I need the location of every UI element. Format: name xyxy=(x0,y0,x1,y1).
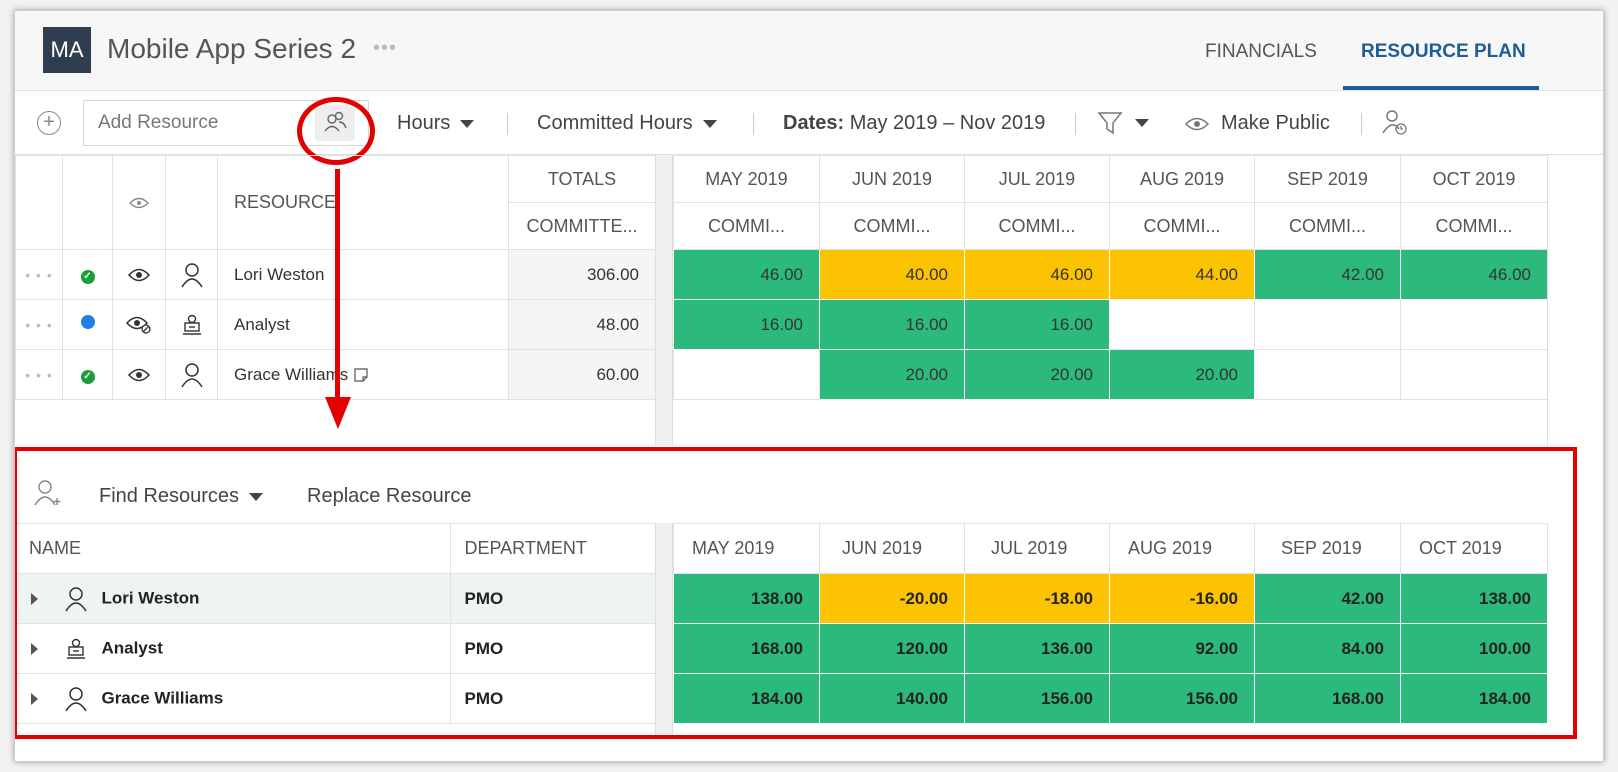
allocation-cell[interactable]: 20.00 xyxy=(1109,349,1255,400)
month-header: MAY 2019 xyxy=(673,155,820,203)
table-row: 16.00 16.00 16.00 xyxy=(673,299,1548,350)
allocation-cell[interactable]: 16.00 xyxy=(964,299,1110,350)
pane-splitter[interactable] xyxy=(655,155,673,445)
allocation-cell[interactable] xyxy=(1109,299,1255,350)
allocation-cell[interactable]: 16.00 xyxy=(673,299,820,350)
eye-icon xyxy=(1185,116,1209,132)
person-icon xyxy=(180,262,203,287)
annotation-arrow-head xyxy=(325,397,351,429)
type-column-header xyxy=(165,155,218,250)
totals-column-header: TOTALS xyxy=(508,155,656,203)
drag-handle-icon[interactable]: • • • xyxy=(15,299,63,350)
project-title: Mobile App Series 2 xyxy=(107,33,357,64)
filter-dropdown[interactable] xyxy=(1095,109,1155,137)
committed-column-header[interactable]: COMMITTE... xyxy=(508,202,656,250)
month-header: OCT 2019 xyxy=(1400,155,1548,203)
chevron-down-icon xyxy=(702,119,717,128)
allocation-cell[interactable]: 46.00 xyxy=(1400,249,1548,300)
date-range-picker[interactable]: Dates: May 2019 – Nov 2019 xyxy=(783,112,1045,135)
allocation-cell[interactable] xyxy=(1400,299,1548,350)
filter-icon xyxy=(1097,112,1149,135)
visibility-column-header xyxy=(112,155,166,250)
eye-icon[interactable] xyxy=(128,368,150,382)
drag-handle-icon[interactable]: • • • xyxy=(15,249,63,300)
green-check-icon: ✓ xyxy=(80,369,95,384)
dates-label: Dates: xyxy=(783,112,845,134)
measure-dropdown[interactable]: Committed Hours xyxy=(537,112,717,135)
allocation-cell[interactable]: 42.00 xyxy=(1254,249,1401,300)
green-check-icon: ✓ xyxy=(80,269,95,284)
tab-resource-plan[interactable]: RESOURCE PLAN xyxy=(1361,41,1526,63)
project-header: MA Mobile App Series 2 ••• FINANCIALS RE… xyxy=(15,11,1603,91)
blue-dot-icon xyxy=(80,315,95,329)
eye-icon xyxy=(129,197,149,208)
project-avatar: MA xyxy=(43,27,91,73)
drag-handle-icon[interactable]: • • • xyxy=(15,349,63,400)
role-icon xyxy=(182,314,201,335)
allocation-cell[interactable]: 46.00 xyxy=(673,249,820,300)
tab-financials[interactable]: FINANCIALS xyxy=(1205,41,1317,63)
divider xyxy=(1361,113,1362,135)
month-header: SEP 2019 xyxy=(1254,155,1401,203)
eye-icon[interactable] xyxy=(128,268,150,282)
committed-subheader: COMMI... xyxy=(1400,202,1548,250)
add-circle-icon[interactable]: + xyxy=(37,111,61,135)
resource-name[interactable]: Analyst xyxy=(217,299,509,350)
active-tab-indicator xyxy=(1343,86,1539,90)
divider xyxy=(753,113,754,135)
allocation-cell[interactable]: 46.00 xyxy=(964,249,1110,300)
month-header: AUG 2019 xyxy=(1109,155,1255,203)
committed-subheader: COMMI... xyxy=(964,202,1110,250)
total-value: 306.00 xyxy=(508,249,656,300)
grid-edge xyxy=(1547,155,1548,445)
allocation-cell[interactable] xyxy=(1254,349,1401,400)
allocation-cell[interactable] xyxy=(1400,349,1548,400)
allocation-cell[interactable]: 20.00 xyxy=(964,349,1110,400)
divider xyxy=(507,113,508,135)
dates-value: May 2019 – Nov 2019 xyxy=(849,112,1046,134)
chevron-down-icon xyxy=(460,119,475,128)
annotation-arrow xyxy=(335,169,340,401)
drag-column-header xyxy=(15,155,63,250)
resource-plan-month-table: MAY 2019 JUN 2019 JUL 2019 AUG 2019 SEP … xyxy=(673,155,1548,400)
more-icon[interactable]: ••• xyxy=(373,37,397,60)
allocation-cell[interactable]: 40.00 xyxy=(819,249,965,300)
allocation-cell[interactable] xyxy=(673,349,820,400)
highlight-box xyxy=(15,447,1577,739)
month-header: JUL 2019 xyxy=(964,155,1110,203)
resource-name-cell[interactable]: Grace Williams xyxy=(217,349,509,400)
table-row: 20.00 20.00 20.00 xyxy=(673,349,1548,400)
committed-subheader: COMMI... xyxy=(1109,202,1255,250)
resource-timeline-icon[interactable] xyxy=(1381,107,1409,137)
status-column-header xyxy=(62,155,113,250)
resource-name[interactable]: Grace Williams xyxy=(234,365,348,384)
allocation-cell[interactable]: 44.00 xyxy=(1109,249,1255,300)
committed-subheader: COMMI... xyxy=(1254,202,1401,250)
make-public-button[interactable]: Make Public xyxy=(1185,112,1330,135)
allocation-cell[interactable] xyxy=(1254,299,1401,350)
committed-subheader: COMMI... xyxy=(819,202,965,250)
resource-column-header[interactable]: RESOURCE xyxy=(217,155,509,250)
unit-dropdown[interactable]: Hours xyxy=(397,112,475,135)
unit-dropdown-label: Hours xyxy=(397,112,451,134)
app-frame: MA Mobile App Series 2 ••• FINANCIALS RE… xyxy=(14,10,1604,762)
table-row: 46.00 40.00 46.00 44.00 42.00 46.00 xyxy=(673,249,1548,300)
allocation-cell[interactable]: 20.00 xyxy=(819,349,965,400)
divider xyxy=(1075,113,1076,135)
total-value: 60.00 xyxy=(508,349,656,400)
resource-name[interactable]: Lori Weston xyxy=(217,249,509,300)
month-header: JUN 2019 xyxy=(819,155,965,203)
person-icon xyxy=(180,362,203,387)
total-value: 48.00 xyxy=(508,299,656,350)
committed-subheader: COMMI... xyxy=(673,202,820,250)
make-public-label: Make Public xyxy=(1221,112,1330,134)
allocation-cell[interactable]: 16.00 xyxy=(819,299,965,350)
toolbar: + Hours Committed Hours Dates: May 2019 … xyxy=(15,91,1603,165)
eye-hidden-icon[interactable] xyxy=(126,316,152,334)
measure-dropdown-label: Committed Hours xyxy=(537,112,693,134)
note-icon[interactable] xyxy=(353,367,369,383)
